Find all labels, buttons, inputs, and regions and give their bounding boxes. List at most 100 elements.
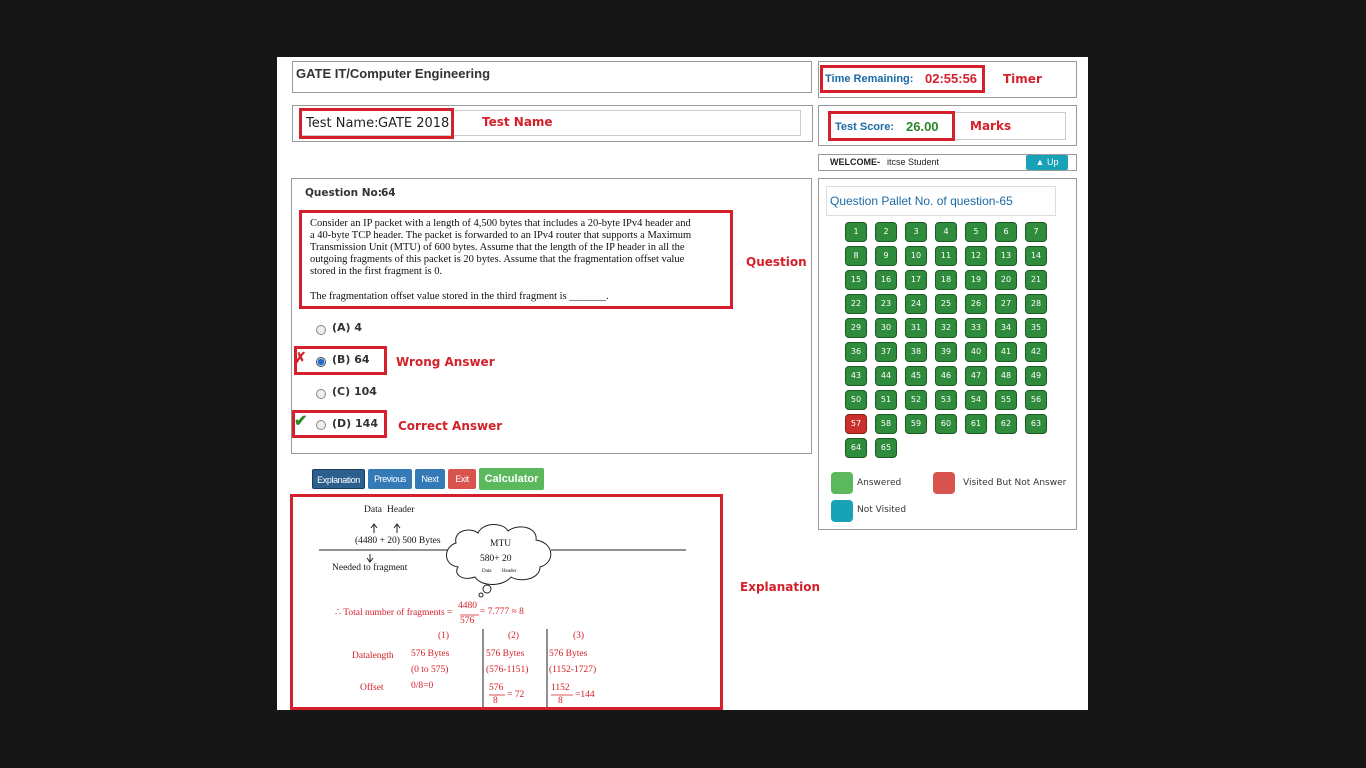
option-b-radio[interactable] — [316, 357, 326, 367]
palette-question-button[interactable]: 56 — [1025, 390, 1047, 410]
palette-question-button[interactable]: 20 — [995, 270, 1017, 290]
timer-annotation: Timer — [1003, 72, 1042, 86]
palette-question-button[interactable]: 64 — [845, 438, 867, 458]
wrong-cross-icon: ✗ — [294, 350, 307, 367]
palette-question-button[interactable]: 7 — [1025, 222, 1047, 242]
palette-question-button[interactable]: 15 — [845, 270, 867, 290]
option-c-radio[interactable] — [316, 389, 326, 399]
palette-question-button[interactable]: 21 — [1025, 270, 1047, 290]
palette-question-button[interactable]: 2 — [875, 222, 897, 242]
palette-question-button[interactable]: 58 — [875, 414, 897, 434]
palette-question-button[interactable]: 65 — [875, 438, 897, 458]
explanation-button[interactable]: Explanation — [312, 469, 365, 489]
palette-question-button[interactable]: 22 — [845, 294, 867, 314]
palette-question-button[interactable]: 63 — [1025, 414, 1047, 434]
palette-question-button[interactable]: 38 — [905, 342, 927, 362]
palette-question-button[interactable]: 11 — [935, 246, 957, 266]
palette-question-button[interactable]: 31 — [905, 318, 927, 338]
up-button-label: Up — [1046, 157, 1059, 167]
palette-question-button[interactable]: 19 — [965, 270, 987, 290]
option-a-radio[interactable] — [316, 325, 326, 335]
up-button[interactable]: ▲ Up — [1026, 155, 1068, 170]
palette-question-button[interactable]: 24 — [905, 294, 927, 314]
frag3-offset-result: =144 — [575, 690, 595, 700]
palette-question-button[interactable]: 9 — [875, 246, 897, 266]
palette-question-button[interactable]: 52 — [905, 390, 927, 410]
palette-question-button[interactable]: 3 — [905, 222, 927, 242]
question-highlight: Consider an IP packet with a length of 4… — [299, 210, 733, 309]
question-number-label: Question No: — [305, 187, 382, 199]
palette-question-button[interactable]: 23 — [875, 294, 897, 314]
palette-question-button[interactable]: 32 — [935, 318, 957, 338]
next-button[interactable]: Next — [415, 469, 445, 489]
palette-question-button[interactable]: 16 — [875, 270, 897, 290]
palette-question-button[interactable]: 35 — [1025, 318, 1047, 338]
palette-question-button[interactable]: 47 — [965, 366, 987, 386]
palette-question-button[interactable]: 30 — [875, 318, 897, 338]
palette-question-button[interactable]: 44 — [875, 366, 897, 386]
palette-question-button[interactable]: 28 — [1025, 294, 1047, 314]
palette-question-button[interactable]: 43 — [845, 366, 867, 386]
palette-question-button[interactable]: 50 — [845, 390, 867, 410]
palette-question-button[interactable]: 6 — [995, 222, 1017, 242]
palette-question-button[interactable]: 48 — [995, 366, 1017, 386]
palette-question-button[interactable]: 34 — [995, 318, 1017, 338]
previous-button[interactable]: Previous — [368, 469, 412, 489]
palette-question-button[interactable]: 40 — [965, 342, 987, 362]
mtu-label: MTU — [490, 539, 512, 549]
palette-question-button[interactable]: 45 — [905, 366, 927, 386]
palette-question-button[interactable]: 26 — [965, 294, 987, 314]
option-b-label[interactable]: (B) 64 — [332, 353, 370, 366]
palette-question-button[interactable]: 41 — [995, 342, 1017, 362]
test-score-value: 26.00 — [906, 119, 939, 134]
palette-question-button[interactable]: 51 — [875, 390, 897, 410]
palette-question-button[interactable]: 46 — [935, 366, 957, 386]
exit-button[interactable]: Exit — [448, 469, 476, 489]
header-label: Header — [387, 505, 415, 515]
palette-question-button[interactable]: 53 — [935, 390, 957, 410]
palette-question-button[interactable]: 37 — [875, 342, 897, 362]
palette-question-button[interactable]: 13 — [995, 246, 1017, 266]
palette-question-button[interactable]: 10 — [905, 246, 927, 266]
explanation-annotation: Explanation — [740, 580, 821, 594]
palette-question-button[interactable]: 62 — [995, 414, 1017, 434]
question-line: Transmission Unit (MTU) of 600 bytes. As… — [310, 242, 685, 253]
palette-question-button[interactable]: 18 — [935, 270, 957, 290]
palette-question-button[interactable]: 60 — [935, 414, 957, 434]
palette-question-button[interactable]: 61 — [965, 414, 987, 434]
needed-label: Needed to fragment — [332, 563, 408, 573]
palette-question-button[interactable]: 1 — [845, 222, 867, 242]
palette-question-button[interactable]: 25 — [935, 294, 957, 314]
question-line: Consider an IP packet with a length of 4… — [310, 218, 691, 229]
palette-question-button[interactable]: 59 — [905, 414, 927, 434]
palette-question-button[interactable]: 5 — [965, 222, 987, 242]
palette-question-button[interactable]: 36 — [845, 342, 867, 362]
palette-question-button[interactable]: 42 — [1025, 342, 1047, 362]
palette-question-button[interactable]: 33 — [965, 318, 987, 338]
wrong-answer-annotation: Wrong Answer — [396, 355, 495, 369]
answered-legend-label: Answered — [857, 478, 902, 488]
check-icon: ✔ — [294, 413, 308, 430]
palette-question-button[interactable]: 8 — [845, 246, 867, 266]
palette-question-button[interactable]: 54 — [965, 390, 987, 410]
column-2-header: (2) — [508, 631, 520, 641]
palette-question-button[interactable]: 49 — [1025, 366, 1047, 386]
palette-question-button[interactable]: 29 — [845, 318, 867, 338]
option-d-label[interactable]: (D) 144 — [332, 417, 378, 430]
palette-question-button[interactable]: 57 — [845, 414, 867, 434]
question-line: a 40-byte TCP header. The packet is forw… — [310, 230, 692, 241]
option-a-label[interactable]: (A) 4 — [332, 321, 362, 334]
palette-question-button[interactable]: 4 — [935, 222, 957, 242]
calculator-button[interactable]: Calculator — [479, 468, 544, 490]
chevron-up-icon: ▲ — [1035, 157, 1045, 167]
option-c-label[interactable]: (C) 104 — [332, 385, 377, 398]
palette-question-button[interactable]: 27 — [995, 294, 1017, 314]
palette-question-button[interactable]: 12 — [965, 246, 987, 266]
palette-question-button[interactable]: 39 — [935, 342, 957, 362]
palette-question-button[interactable]: 14 — [1025, 246, 1047, 266]
answered-legend-swatch — [831, 472, 853, 494]
palette-question-button[interactable]: 17 — [905, 270, 927, 290]
palette-question-button[interactable]: 55 — [995, 390, 1017, 410]
option-d-radio[interactable] — [316, 420, 326, 430]
palette-grid: 1 2 3 4 5 6 7 8 9 10 11 12 13 14 15 16 17 18 19 20 21 22 23 24 2… — [845, 222, 1047, 458]
